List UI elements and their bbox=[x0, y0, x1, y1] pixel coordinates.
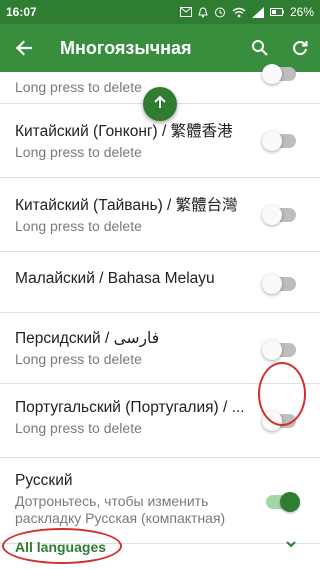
toggle-thumb bbox=[262, 131, 282, 151]
language-name: Китайский (Тайвань) / 繁體台灣 bbox=[15, 197, 238, 214]
item-subtitle: Long press to delete bbox=[15, 420, 142, 436]
list-item[interactable]: Китайский (Тайвань) / 繁體台灣 Long press to… bbox=[0, 178, 320, 252]
list-item[interactable]: Персидский / فارسی Long press to delete bbox=[0, 313, 320, 384]
mail-icon bbox=[179, 7, 192, 17]
wifi-icon bbox=[232, 7, 246, 18]
arrow-up-icon bbox=[153, 95, 167, 114]
item-subtitle: Дотроньтесь, чтобы изменить раскладку Ру… bbox=[15, 493, 226, 526]
notification-icon bbox=[198, 6, 208, 18]
all-languages-label: All languages bbox=[15, 539, 107, 555]
chevron-down-icon[interactable] bbox=[284, 537, 298, 556]
toggle-thumb bbox=[262, 411, 282, 431]
toggle-switch[interactable] bbox=[262, 340, 296, 360]
toggle-thumb bbox=[262, 340, 282, 360]
battery-percent: 26% bbox=[289, 5, 314, 19]
toggle-thumb bbox=[262, 274, 282, 294]
page-title: Многоязычная bbox=[60, 37, 192, 58]
toggle-switch[interactable] bbox=[262, 411, 296, 431]
language-name: Китайский (Гонконг) / 繁體香港 bbox=[15, 123, 233, 140]
language-list: Long press to delete Китайский (Гонконг)… bbox=[0, 64, 320, 544]
refresh-icon[interactable] bbox=[280, 24, 320, 72]
toggle-switch[interactable] bbox=[262, 64, 296, 84]
toggle-thumb bbox=[280, 492, 300, 512]
item-subtitle: Long press to delete bbox=[15, 218, 142, 234]
alarm-icon bbox=[214, 6, 226, 18]
toggle-thumb bbox=[262, 64, 282, 84]
signal-icon bbox=[251, 6, 264, 18]
all-languages-row[interactable]: All languages bbox=[0, 525, 320, 569]
language-name: Персидский / فارسی bbox=[15, 330, 160, 347]
language-name: Португальский (Португалия) / ... bbox=[15, 399, 245, 416]
language-name: Малайский / Bahasa Melayu bbox=[15, 270, 215, 287]
item-subtitle: Long press to delete bbox=[15, 144, 142, 160]
list-item[interactable]: Малайский / Bahasa Melayu bbox=[0, 252, 320, 313]
status-bar: 16:07 26% bbox=[0, 0, 320, 24]
item-subtitle: Long press to delete bbox=[15, 351, 142, 367]
toggle-switch[interactable] bbox=[262, 131, 296, 151]
toggle-switch[interactable] bbox=[262, 274, 296, 294]
status-time: 16:07 bbox=[6, 5, 37, 19]
list-item[interactable]: Португальский (Португалия) / ... Long pr… bbox=[0, 384, 320, 458]
scroll-top-button[interactable] bbox=[143, 87, 177, 121]
item-subtitle: Long press to delete bbox=[15, 79, 142, 95]
language-name: Русский bbox=[15, 472, 73, 489]
battery-icon bbox=[269, 8, 284, 16]
toggle-switch[interactable] bbox=[262, 205, 296, 225]
toggle-thumb bbox=[262, 205, 282, 225]
arrow-back-icon[interactable] bbox=[0, 24, 48, 72]
toggle-switch[interactable] bbox=[266, 492, 300, 512]
